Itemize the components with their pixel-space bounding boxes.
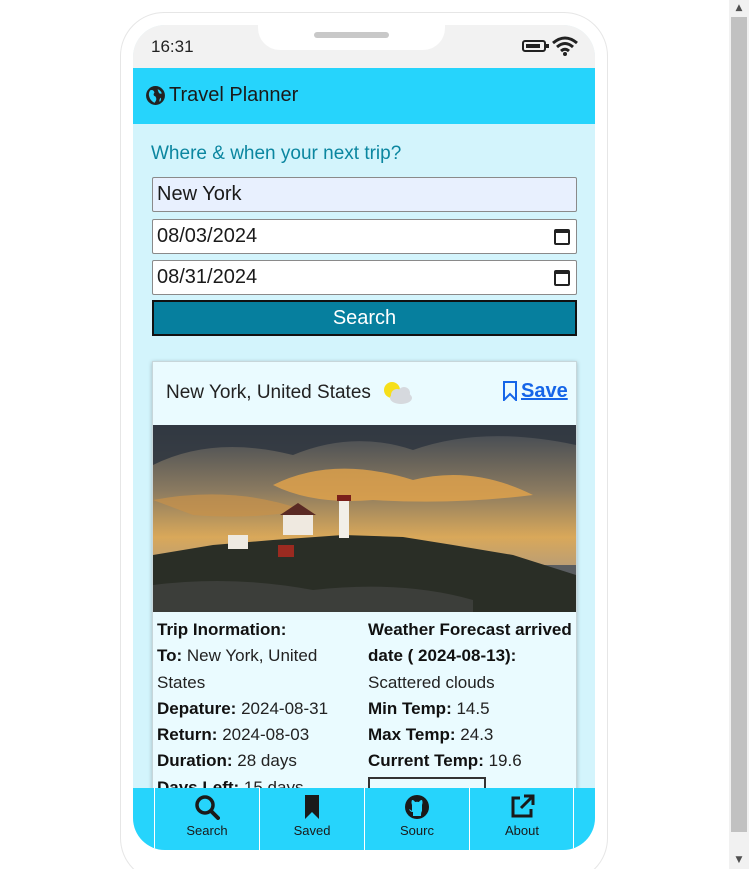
to-label: To: <box>157 646 183 666</box>
trip-info-title: Trip Inormation: <box>157 620 287 639</box>
calendar-icon[interactable] <box>554 229 570 245</box>
destination-photo <box>153 425 576 612</box>
scroll-up-arrow-icon[interactable]: ▲ <box>729 0 749 17</box>
wifi-icon <box>552 36 578 56</box>
scrollbar-thumb[interactable] <box>731 17 747 832</box>
return-date-input[interactable]: 08/31/2024 <box>152 260 577 295</box>
nav-saved-label: Saved <box>293 823 331 838</box>
duration-value: 28 days <box>237 751 297 771</box>
max-temp-value: 24.3 <box>460 725 494 745</box>
max-temp-label: Max Temp: <box>368 725 456 745</box>
browser-page: 16:31 Travel Planner Where & when your n… <box>0 0 749 869</box>
notch-speaker <box>314 32 389 38</box>
calendar-icon[interactable] <box>554 270 570 286</box>
departure-value: 2024-08-31 <box>241 698 329 718</box>
nav-source-label: Sourc <box>400 823 434 838</box>
external-link-icon <box>511 794 535 818</box>
search-button[interactable]: Search <box>152 300 577 336</box>
to-value: New York, United States <box>157 646 318 692</box>
trip-form-heading: Where & when your next trip? <box>151 143 402 164</box>
bookmark-icon <box>305 795 319 819</box>
return-value: 2024-08-03 <box>222 725 310 745</box>
phone-notch <box>258 25 445 50</box>
current-temp-value: 19.6 <box>488 751 522 771</box>
forecast-title: Weather Forecast arrived date ( 2024-08-… <box>368 620 572 666</box>
nav-about[interactable]: About <box>469 788 574 850</box>
duration-label: Duration: <box>157 751 233 771</box>
bottom-nav: Search Saved Sourc About <box>133 788 595 850</box>
destination-value: New York <box>157 183 242 205</box>
nav-source[interactable]: Sourc <box>364 788 469 850</box>
trip-location: New York, United States <box>166 382 371 403</box>
depart-date-value: 08/03/2024 <box>157 225 258 247</box>
weather-forecast: Weather Forecast arrived date ( 2024-08-… <box>368 617 573 801</box>
return-date-value: 08/31/2024 <box>157 266 258 288</box>
github-icon <box>405 795 429 819</box>
nav-search-label: Search <box>186 823 228 838</box>
nav-divider <box>573 788 574 850</box>
status-time: 16:31 <box>151 37 194 56</box>
nav-search[interactable]: Search <box>154 788 259 850</box>
app-header: Travel Planner <box>133 68 595 124</box>
battery-icon <box>522 40 549 52</box>
save-trip-link[interactable]: Save <box>501 380 568 403</box>
app-title: Travel Planner <box>169 84 299 106</box>
trip-information: Trip Inormation: To: New York, United St… <box>157 617 357 801</box>
status-bar: 16:31 <box>133 25 595 68</box>
current-temp-label: Current Temp: <box>368 751 484 771</box>
globe-icon <box>146 86 165 105</box>
partly-cloudy-icon <box>384 382 412 404</box>
forecast-description: Scattered clouds <box>368 672 495 692</box>
destination-input[interactable]: New York <box>152 177 577 212</box>
return-label: Return: <box>157 725 218 745</box>
search-icon <box>195 795 220 820</box>
nav-about-label: About <box>505 823 539 838</box>
trip-card: New York, United States Save Trip Inorma… <box>152 361 577 801</box>
departure-label: Depature: <box>157 698 237 718</box>
save-link-label: Save <box>521 380 568 402</box>
scroll-down-arrow-icon[interactable]: ▼ <box>729 852 749 869</box>
depart-date-input[interactable]: 08/03/2024 <box>152 219 577 254</box>
page-scrollbar[interactable]: ▲ ▼ <box>729 0 749 869</box>
phone-screen: 16:31 Travel Planner Where & when your n… <box>133 25 595 850</box>
min-temp-value: 14.5 <box>456 698 490 718</box>
min-temp-label: Min Temp: <box>368 698 452 718</box>
nav-saved[interactable]: Saved <box>259 788 364 850</box>
